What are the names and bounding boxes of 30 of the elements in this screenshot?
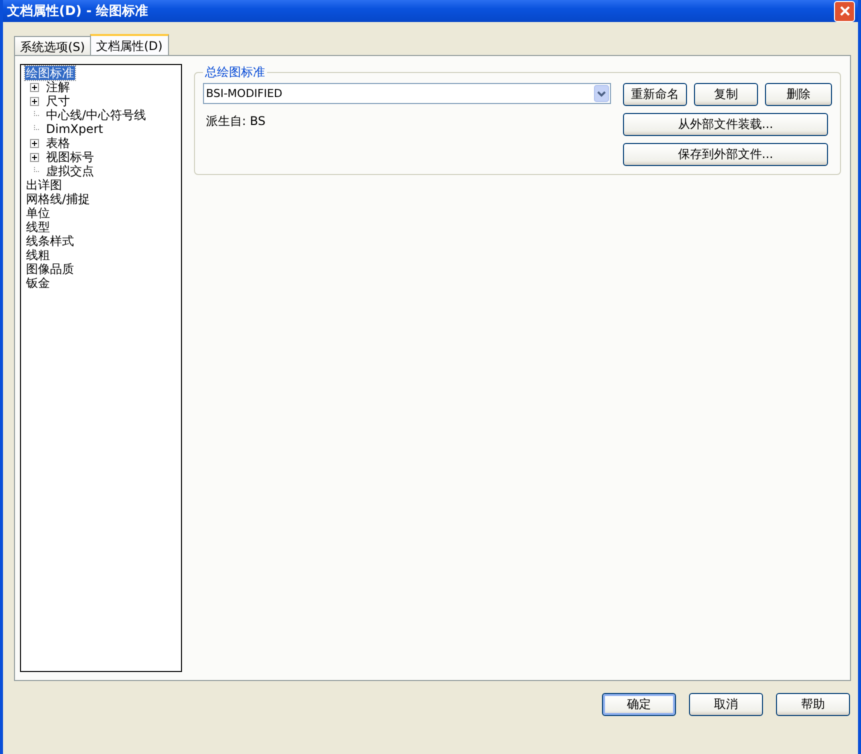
- tree-item[interactable]: 线条样式: [25, 234, 75, 248]
- file-button[interactable]: 从外部文件装载...: [623, 113, 828, 136]
- file-button[interactable]: 保存到外部文件...: [623, 143, 828, 166]
- tree-item[interactable]: DimXpert: [45, 122, 104, 136]
- tree-item[interactable]: 线粗: [25, 248, 51, 262]
- action-button[interactable]: 重新命名: [623, 83, 687, 106]
- action-button[interactable]: 删除: [765, 83, 832, 106]
- tree-item[interactable]: 网格线/捕捉: [25, 192, 92, 206]
- derived-label: 派生自: BS: [205, 113, 266, 130]
- action-button[interactable]: 复制: [694, 83, 758, 106]
- dialog-button[interactable]: 帮助: [776, 693, 850, 716]
- group-title: 总绘图标准: [204, 64, 266, 81]
- dialog-button[interactable]: 确定: [602, 693, 676, 716]
- tree-item[interactable]: 图像品质: [25, 262, 75, 276]
- tab[interactable]: 系统选项(S): [14, 36, 91, 55]
- window-title: 文档属性(D) - 绘图标准: [7, 2, 148, 20]
- tree-item[interactable]: 线型: [25, 220, 51, 234]
- standard-dropdown[interactable]: BSI-MODIFIED: [203, 83, 611, 104]
- tree-item[interactable]: 虚拟交点: [45, 164, 95, 178]
- tree-item[interactable]: 绘图标准: [25, 66, 75, 80]
- tree-item[interactable]: 单位: [25, 206, 51, 220]
- tree-item[interactable]: 视图标号: [45, 150, 95, 164]
- dialog-button[interactable]: 取消: [689, 693, 763, 716]
- tree-item[interactable]: 出详图: [25, 178, 63, 192]
- tab[interactable]: 文档属性(D): [90, 34, 169, 55]
- tree-item[interactable]: 表格: [45, 136, 71, 150]
- tree-item[interactable]: 中心线/中心符号线: [45, 108, 148, 122]
- tree-item[interactable]: 尺寸: [45, 94, 71, 108]
- tree-item[interactable]: 注解: [45, 80, 71, 94]
- tree-item[interactable]: 钣金: [25, 276, 51, 290]
